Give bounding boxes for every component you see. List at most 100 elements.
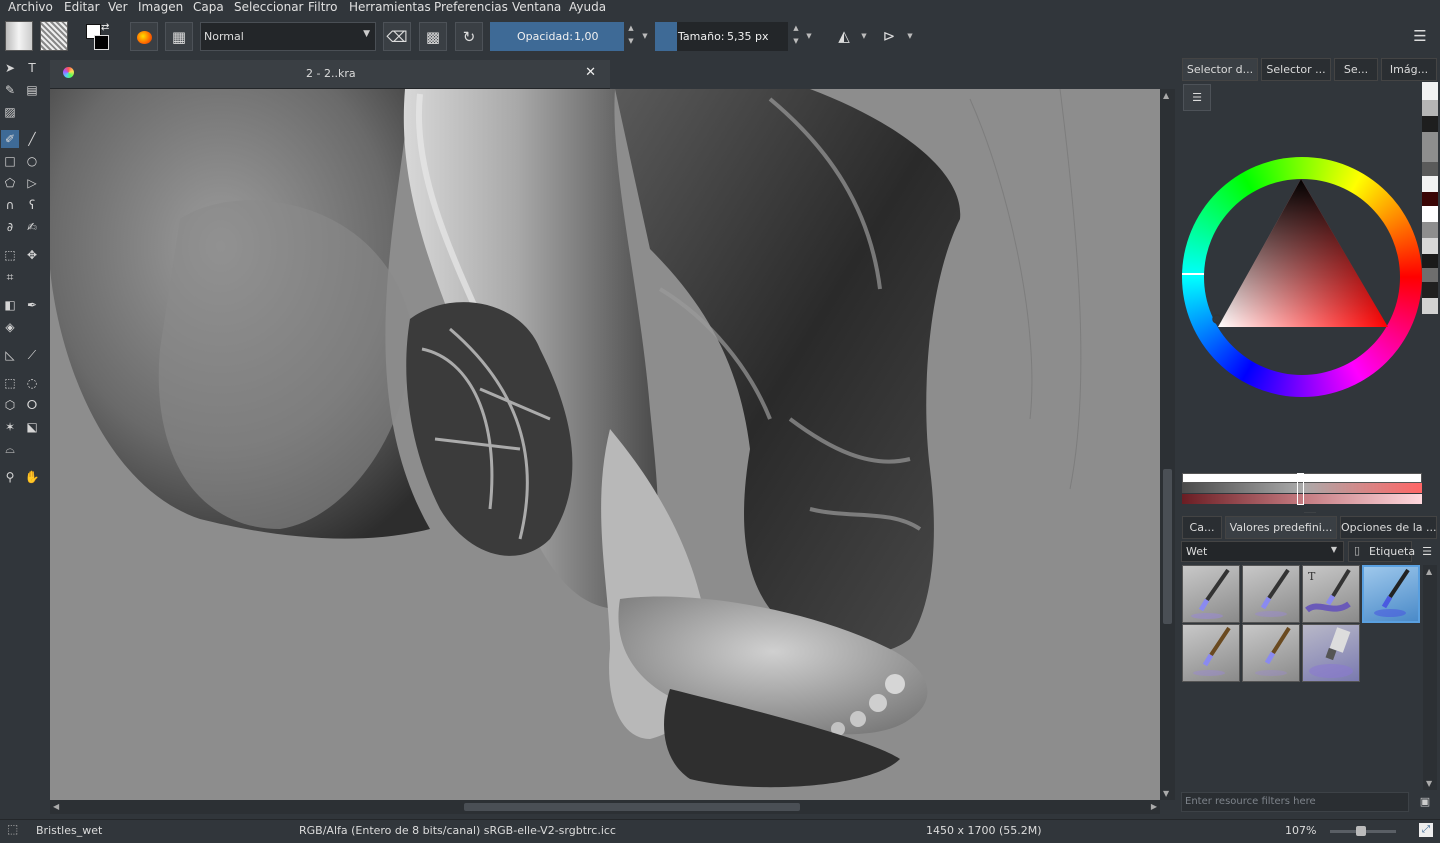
menu-archivo[interactable]: Archivo [8, 0, 53, 14]
transform-tool-icon[interactable]: ⬚ [1, 246, 19, 264]
menu-ayuda[interactable]: Ayuda [569, 0, 606, 14]
document-tab[interactable]: 2 - 2..kra ✕ [50, 60, 610, 89]
ellipse-select-icon[interactable]: ◌ [23, 374, 41, 392]
gradient-swatch[interactable] [5, 21, 33, 51]
recent-color[interactable] [1422, 162, 1438, 176]
menu-seleccionar[interactable]: Seleccionar [234, 0, 303, 14]
tab-selector-2[interactable]: Selector ... [1261, 58, 1331, 81]
vertical-scrollbar[interactable]: ▲ ▼ [1160, 89, 1175, 800]
tab-tool-options[interactable]: Opciones de la ... [1340, 516, 1437, 539]
recent-color[interactable] [1422, 254, 1438, 268]
preset-thumbnail-selected[interactable] [1362, 565, 1420, 623]
recent-color[interactable] [1422, 268, 1438, 282]
splitter-handle[interactable]: …… [1182, 508, 1438, 515]
assistant-tool-icon[interactable]: ◺ [1, 346, 19, 364]
zoom-slider-handle[interactable] [1356, 826, 1366, 836]
horizontal-scrollbar[interactable]: ◀ ▶ [50, 800, 1160, 814]
scroll-right-icon[interactable]: ▶ [1151, 802, 1157, 811]
menu-preferencias[interactable]: Preferencias [434, 0, 508, 14]
recent-color[interactable] [1422, 82, 1438, 100]
scroll-thumb[interactable] [1163, 469, 1172, 624]
canvas[interactable] [50, 89, 1160, 800]
scroll-thumb[interactable] [464, 803, 800, 811]
recent-color[interactable] [1422, 176, 1438, 192]
saturation-value-triangle[interactable] [1182, 157, 1422, 397]
freehand-path-icon[interactable]: ʕ [23, 196, 41, 214]
opacity-spin-icon[interactable]: ▲ ▼ [625, 22, 637, 51]
alpha-lock-icon[interactable]: ▩ [419, 22, 447, 51]
brush-preset-icon[interactable] [130, 22, 158, 51]
menu-imagen[interactable]: Imagen [138, 0, 183, 14]
tab-selector-3[interactable]: Se... [1334, 58, 1378, 81]
pan-tool-icon[interactable]: ✋ [23, 468, 41, 486]
move-tool-icon[interactable]: ✥ [23, 246, 41, 264]
blend-mode-select[interactable]: Normal ▼ [200, 22, 376, 51]
recent-color[interactable] [1422, 282, 1438, 298]
freehand-brush-icon[interactable]: ✐ [1, 130, 19, 148]
size-slider[interactable]: Tamaño: 5,35 px [655, 22, 788, 51]
recent-color[interactable] [1422, 100, 1438, 116]
reload-preset-icon[interactable]: ↻ [455, 22, 483, 51]
menu-herramientas[interactable]: Herramientas [349, 0, 431, 14]
preset-thumbnail[interactable] [1242, 565, 1300, 623]
menu-ver[interactable]: Ver [108, 0, 128, 14]
chevron-down-icon[interactable]: ▼ [803, 22, 815, 51]
recent-color[interactable] [1422, 206, 1438, 222]
color-picker-handle[interactable] [1212, 314, 1222, 324]
scroll-down-icon[interactable]: ▼ [1426, 779, 1432, 788]
size-spin-icon[interactable]: ▲ ▼ [790, 22, 802, 51]
color-selector-settings-icon[interactable]: ☰ [1183, 84, 1211, 111]
mirror-horizontal-icon[interactable]: ◭ [830, 22, 858, 51]
fill-tool-icon[interactable]: ◈ [1, 318, 19, 336]
recent-color[interactable] [1422, 238, 1438, 254]
scroll-up-icon[interactable]: ▲ [1163, 91, 1169, 100]
menu-ventana[interactable]: Ventana [512, 0, 561, 14]
pattern-tool-icon[interactable]: ▨ [1, 103, 19, 121]
selection-icon[interactable]: ⬚ [7, 822, 18, 836]
line-tool-icon[interactable]: ╱ [23, 130, 41, 148]
slider-handle[interactable] [1297, 473, 1304, 505]
text-tool-icon[interactable]: T [23, 59, 41, 77]
chevron-down-icon[interactable]: ▼ [858, 22, 870, 51]
zoom-tool-icon[interactable]: ⚲ [1, 468, 19, 486]
scroll-up-icon[interactable]: ▲ [1426, 567, 1432, 576]
menu-capa[interactable]: Capa [193, 0, 224, 14]
select-shapes-icon[interactable]: ➤ [1, 59, 19, 77]
tab-images[interactable]: Imág... [1381, 58, 1437, 81]
fullscreen-icon[interactable]: ⤢ [1419, 823, 1433, 837]
tab-color-selector[interactable]: Selector d... [1182, 58, 1258, 81]
menu-filtro[interactable]: Filtro [308, 0, 337, 14]
preset-thumbnail[interactable] [1302, 624, 1360, 682]
recent-color[interactable] [1422, 298, 1438, 314]
preset-thumbnail[interactable] [1182, 624, 1240, 682]
menu-editar[interactable]: Editar [64, 0, 100, 14]
scroll-down-icon[interactable]: ▼ [1163, 789, 1169, 798]
rectangle-tool-icon[interactable]: □ [1, 152, 19, 170]
recent-color[interactable] [1422, 132, 1438, 162]
polyline-tool-icon[interactable]: ▷ [23, 174, 41, 192]
preset-thumbnail[interactable] [1242, 624, 1300, 682]
crop-tool-icon[interactable]: ⌗ [1, 268, 19, 286]
gradient-tool-icon[interactable]: ◧ [1, 296, 19, 314]
recent-color[interactable] [1422, 192, 1438, 206]
rect-select-icon[interactable]: ⬚ [1, 374, 19, 392]
preset-view-menu-icon[interactable]: ☰ [1416, 541, 1438, 562]
scroll-left-icon[interactable]: ◀ [53, 802, 59, 811]
preset-tag-select[interactable]: Wet ▼ [1181, 541, 1344, 562]
zoom-slider[interactable] [1330, 826, 1396, 836]
preset-thumbnail[interactable]: T [1302, 565, 1360, 623]
resource-filter-input[interactable]: Enter resource filters here [1181, 792, 1409, 812]
close-icon[interactable]: ✕ [585, 65, 596, 80]
calligraphy-icon[interactable]: ▤ [23, 81, 41, 99]
recent-color[interactable] [1422, 116, 1438, 132]
bezier-select-icon[interactable]: ⌓ [1, 440, 19, 458]
chevron-down-icon[interactable]: ▼ [904, 22, 916, 51]
measure-tool-icon[interactable]: ⟋ [23, 346, 41, 364]
pattern-swatch[interactable] [40, 21, 68, 51]
magic-wand-icon[interactable]: ✶ [1, 418, 19, 436]
color-picker-icon[interactable]: ✒ [23, 296, 41, 314]
multibrush-icon[interactable]: ✍ [23, 218, 41, 236]
similar-select-icon[interactable]: ⬕ [23, 418, 41, 436]
tab-brush-presets[interactable]: Valores predefini... [1225, 516, 1337, 539]
chevron-down-icon[interactable]: ▼ [639, 22, 651, 51]
